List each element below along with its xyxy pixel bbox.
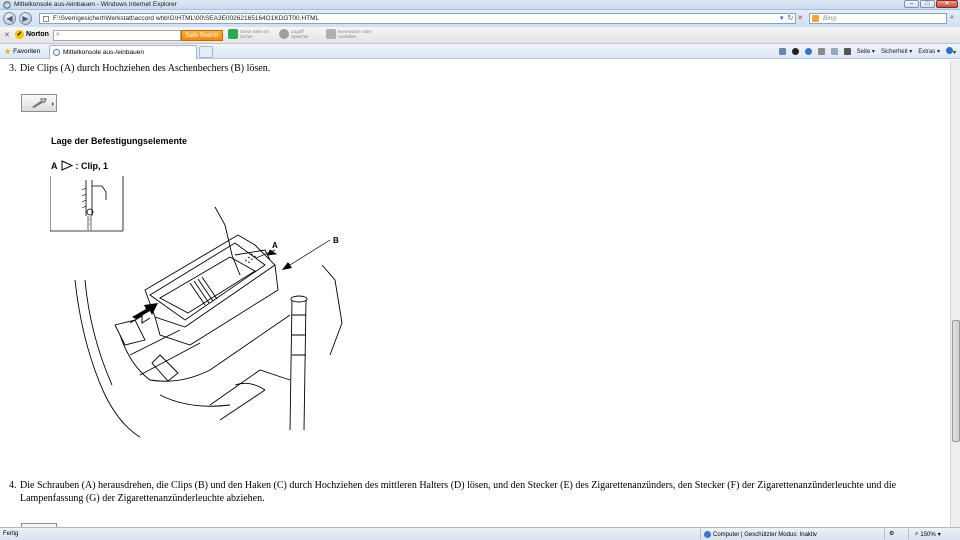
tool-icon bbox=[32, 98, 54, 108]
tool-label: Sicher bbox=[240, 34, 253, 39]
callout-b: B bbox=[333, 236, 339, 245]
arrow-left-icon: ◀ bbox=[6, 14, 13, 23]
protected-mode-icon[interactable]: ⚙ bbox=[889, 530, 894, 537]
address-input[interactable]: F:\Sven\gesichert\Werkstatt\accord whb\G… bbox=[39, 13, 796, 24]
pencil-icon bbox=[326, 29, 336, 39]
new-tab-button[interactable] bbox=[199, 46, 213, 58]
bing-logo-icon bbox=[812, 15, 819, 22]
chevron-down-icon: ▾ bbox=[937, 532, 941, 538]
command-bar: Seite ▾ Sicherheit ▾ Extras ▾ ▾ bbox=[778, 47, 956, 56]
arrow-right-icon: ▶ bbox=[22, 14, 29, 23]
vault-icon bbox=[279, 29, 289, 39]
location-heading: Lage der Befestigungselemente bbox=[51, 136, 188, 146]
favorites-button[interactable]: ★ Favoriten bbox=[4, 47, 40, 56]
triangle-marker-icon bbox=[61, 160, 73, 171]
ashtray-removal-illustration bbox=[74, 206, 343, 438]
status-text: Fertig bbox=[3, 531, 19, 537]
magnifier-icon: ⌕ bbox=[915, 531, 919, 537]
print-icon[interactable] bbox=[843, 48, 851, 55]
divider bbox=[884, 529, 885, 539]
extras-menu[interactable]: Extras ▾ bbox=[918, 48, 940, 55]
tool-label: Ausfüllen bbox=[338, 34, 357, 39]
address-toolbar: ◀ ▶ F:\Sven\gesichert\Werkstatt\accord w… bbox=[0, 10, 960, 27]
status-bar: Fertig Computer | Geschützter Modus: Ina… bbox=[0, 527, 960, 540]
page-icon bbox=[43, 16, 49, 22]
norton-toolbar: ✕ ✓ Norton ⌕ Safe Search Diese Seite ist… bbox=[0, 27, 960, 44]
step-3: 3. Die Clips (A) durch Hochziehen des As… bbox=[9, 62, 270, 75]
search-icon[interactable]: ⌕ bbox=[950, 14, 954, 22]
norton-search-input[interactable]: ⌕ bbox=[53, 30, 181, 41]
safety-menu[interactable]: Sicherheit ▾ bbox=[881, 48, 912, 55]
zoom-level: 150% bbox=[920, 531, 936, 538]
page-menu[interactable]: Seite ▾ bbox=[857, 48, 875, 55]
tool-label: Speicher bbox=[291, 34, 309, 39]
security-zone[interactable]: Computer | Geschützter Modus: Inaktiv bbox=[704, 531, 817, 538]
star-icon: ★ bbox=[4, 47, 12, 56]
feeds-icon[interactable] bbox=[817, 48, 825, 55]
legend-text: : Clip, 1 bbox=[75, 160, 109, 171]
address-url[interactable]: F:\Sven\gesichert\Werkstatt\accord whb\G… bbox=[53, 15, 319, 22]
search-placeholder: Bing bbox=[823, 15, 837, 22]
help-icon bbox=[945, 47, 953, 54]
maximize-button[interactable]: □ bbox=[920, 0, 935, 8]
shield-check-icon bbox=[228, 29, 238, 39]
checkmark-icon: ✓ bbox=[15, 30, 24, 39]
tab-current[interactable]: Mittelkonsole aus-/einbauen bbox=[49, 45, 197, 59]
divider bbox=[908, 529, 909, 539]
site-safety-tool[interactable]: Diese Seite ist Sicher bbox=[228, 29, 269, 39]
autofill-tool[interactable]: Kennwörter oder Ausfüllen bbox=[326, 29, 371, 39]
step-4: 4. Die Schrauben (A) herausdrehen, die C… bbox=[9, 479, 929, 505]
step-text: Die Clips (A) durch Hochziehen des Asche… bbox=[20, 63, 271, 74]
vertical-scrollbar[interactable] bbox=[950, 60, 960, 527]
close-toolbar-icon[interactable]: ✕ bbox=[4, 31, 10, 39]
window-title: Mittelkonsole aus-/einbauen - Windows In… bbox=[14, 1, 177, 8]
ie-page-icon bbox=[53, 49, 60, 56]
step-number: 4. bbox=[9, 480, 17, 491]
back-button[interactable]: ◀ bbox=[3, 12, 16, 25]
page-content: 3. Die Clips (A) durch Hochziehen des As… bbox=[0, 60, 950, 527]
tab-label: Mittelkonsole aus-/einbauen bbox=[63, 49, 144, 56]
computer-icon bbox=[704, 531, 711, 538]
home-icon[interactable] bbox=[778, 48, 786, 55]
step-number: 3. bbox=[9, 63, 17, 74]
mail-icon[interactable] bbox=[830, 48, 838, 55]
zone-label: Computer | Geschützter Modus: Inaktiv bbox=[713, 531, 817, 538]
internet-explorer-icon bbox=[3, 1, 11, 9]
callout-a: A bbox=[272, 241, 278, 250]
scrollbar-thumb[interactable] bbox=[952, 320, 960, 442]
dropdown-arrow-icon[interactable]: ▾ bbox=[780, 14, 784, 22]
image-toggle-button[interactable] bbox=[21, 94, 57, 112]
minimize-button[interactable]: – bbox=[904, 0, 919, 8]
forward-button[interactable]: ▶ bbox=[19, 12, 32, 25]
norton-status-icon[interactable] bbox=[791, 48, 799, 55]
search-icon: ⌕ bbox=[56, 31, 60, 38]
step-text: Die Schrauben (A) herausdrehen, die Clip… bbox=[20, 480, 897, 504]
stop-icon[interactable]: ✕ bbox=[797, 14, 803, 22]
zoom-control[interactable]: ⌕ 150% ▾ bbox=[915, 531, 941, 538]
legend-letter: A bbox=[51, 160, 58, 171]
globe-icon[interactable] bbox=[804, 48, 812, 55]
norton-logo: ✓ Norton bbox=[15, 30, 49, 39]
close-button[interactable]: ✕ bbox=[936, 0, 958, 8]
identity-safe-tool[interactable]: Zugriff Speicher bbox=[279, 29, 309, 39]
refresh-icon[interactable]: ↻ bbox=[788, 14, 794, 22]
favorites-bar: ★ Favoriten Mittelkonsole aus-/einbauen … bbox=[0, 44, 960, 59]
safe-search-button[interactable]: Safe Search bbox=[181, 30, 223, 41]
norton-brand: Norton bbox=[26, 31, 49, 38]
favorites-label: Favoriten bbox=[13, 48, 41, 55]
divider bbox=[700, 529, 701, 539]
search-input[interactable]: Bing bbox=[809, 13, 947, 24]
help-arrow: ▾ bbox=[952, 50, 956, 56]
title-bar: Mittelkonsole aus-/einbauen - Windows In… bbox=[0, 0, 960, 10]
help-menu[interactable]: ▾ bbox=[945, 47, 956, 56]
legend-clip: A : Clip, 1 bbox=[51, 160, 108, 171]
